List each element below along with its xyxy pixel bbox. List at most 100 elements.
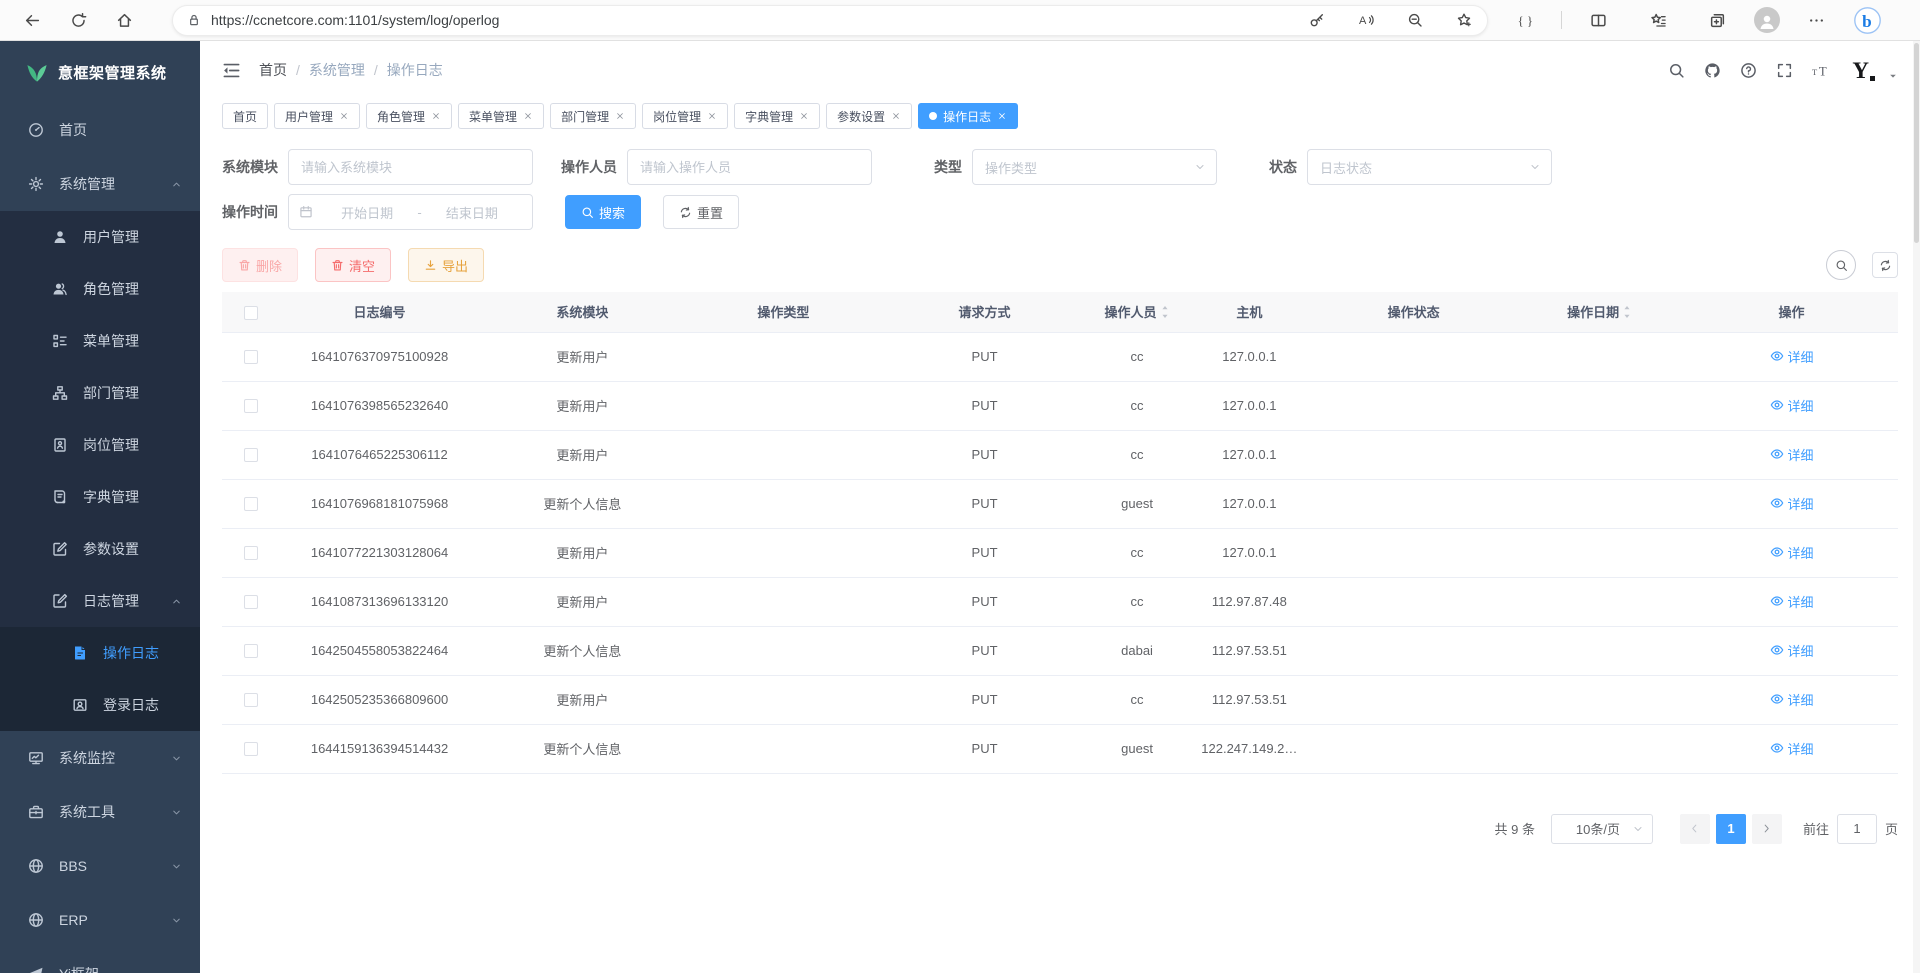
- sidebar-item-yi-framework[interactable]: Yi框架: [0, 947, 200, 973]
- sidebar-item-role-mgmt[interactable]: 角色管理: [0, 263, 200, 315]
- row-checkbox[interactable]: [244, 595, 258, 609]
- sidebar-item-system-mgmt[interactable]: 系统管理: [0, 157, 200, 211]
- row-checkbox[interactable]: [244, 350, 258, 364]
- tab-参数设置[interactable]: 参数设置: [826, 103, 912, 129]
- scrollbar-thumb[interactable]: [1914, 43, 1919, 243]
- breadcrumb-item[interactable]: 首页: [259, 60, 287, 80]
- more-icon[interactable]: [1804, 7, 1830, 33]
- table-refresh-button[interactable]: [1872, 252, 1898, 278]
- scrollbar[interactable]: [1913, 41, 1920, 973]
- sidebar-item-oper-log[interactable]: 操作日志: [0, 627, 200, 679]
- sidebar-item-post-mgmt[interactable]: 岗位管理: [0, 419, 200, 471]
- goto-page-input[interactable]: [1837, 814, 1877, 844]
- prev-page-button[interactable]: [1680, 814, 1710, 844]
- type-select[interactable]: 操作类型: [972, 149, 1217, 185]
- sidebar-item-param-settings[interactable]: 参数设置: [0, 523, 200, 575]
- favorites-icon[interactable]: [1645, 7, 1671, 33]
- split-screen-icon[interactable]: [1586, 7, 1612, 33]
- sidebar-item-dict-mgmt[interactable]: 字典管理: [0, 471, 200, 523]
- close-icon[interactable]: [523, 111, 533, 121]
- tab-菜单管理[interactable]: 菜单管理: [458, 103, 544, 129]
- url-text[interactable]: https://ccnetcore.com:1101/system/log/op…: [211, 12, 1306, 28]
- zoom-out-icon[interactable]: [1404, 9, 1426, 31]
- column-header-op_date[interactable]: 操作日期: [1514, 292, 1685, 332]
- date-range-input[interactable]: 开始日期 - 结束日期: [288, 194, 533, 230]
- detail-link[interactable]: 详细: [1770, 445, 1814, 464]
- search-icon[interactable]: [1668, 62, 1685, 79]
- current-page-button[interactable]: 1: [1716, 814, 1746, 844]
- fullscreen-icon[interactable]: [1776, 62, 1793, 79]
- export-button[interactable]: 导出: [408, 248, 484, 282]
- row-checkbox[interactable]: [244, 644, 258, 658]
- row-checkbox[interactable]: [244, 546, 258, 560]
- sidebar-item-erp[interactable]: ERP: [0, 893, 200, 947]
- tab-岗位管理[interactable]: 岗位管理: [642, 103, 728, 129]
- detail-link[interactable]: 详细: [1770, 641, 1814, 660]
- operator-input[interactable]: [627, 149, 872, 185]
- detail-link[interactable]: 详细: [1770, 494, 1814, 513]
- detail-link[interactable]: 详细: [1770, 396, 1814, 415]
- column-header-operator[interactable]: 操作人员: [1088, 292, 1185, 332]
- close-icon[interactable]: [997, 111, 1007, 121]
- profile-avatar[interactable]: [1754, 7, 1780, 33]
- yi-logo[interactable]: Y: [1852, 59, 1869, 82]
- address-bar[interactable]: https://ccnetcore.com:1101/system/log/op…: [172, 5, 1488, 36]
- collections-icon[interactable]: [1705, 7, 1731, 33]
- sidebar-item-menu-mgmt[interactable]: 菜单管理: [0, 315, 200, 367]
- home-icon[interactable]: [106, 3, 142, 37]
- close-icon[interactable]: [431, 111, 441, 121]
- close-icon[interactable]: [339, 111, 349, 121]
- row-checkbox[interactable]: [244, 497, 258, 511]
- breadcrumb-item[interactable]: 系统管理: [309, 60, 365, 80]
- tab-角色管理[interactable]: 角色管理: [366, 103, 452, 129]
- sidebar-collapse-icon[interactable]: [222, 61, 241, 80]
- clear-button[interactable]: 清空: [315, 248, 391, 282]
- read-aloud-icon[interactable]: A: [1355, 9, 1377, 31]
- sidebar-item-log-mgmt[interactable]: 日志管理: [0, 575, 200, 627]
- next-page-button[interactable]: [1752, 814, 1782, 844]
- page-size-select[interactable]: 10条/页: [1551, 814, 1653, 844]
- back-icon[interactable]: [14, 3, 50, 37]
- tab-首页[interactable]: 首页: [222, 103, 268, 129]
- detail-link[interactable]: 详细: [1770, 690, 1814, 709]
- row-checkbox[interactable]: [244, 742, 258, 756]
- search-button[interactable]: 搜索: [565, 195, 641, 229]
- detail-link[interactable]: 详细: [1770, 543, 1814, 562]
- key-icon[interactable]: [1306, 9, 1328, 31]
- row-checkbox[interactable]: [244, 693, 258, 707]
- help-icon[interactable]: [1740, 62, 1757, 79]
- star-plus-icon[interactable]: [1453, 9, 1475, 31]
- detail-link[interactable]: 详细: [1770, 592, 1814, 611]
- tab-操作日志[interactable]: 操作日志: [918, 103, 1018, 129]
- detail-link[interactable]: 详细: [1770, 347, 1814, 366]
- close-icon[interactable]: [615, 111, 625, 121]
- module-input[interactable]: [288, 149, 533, 185]
- reset-button[interactable]: 重置: [663, 195, 739, 229]
- sidebar-item-login-log[interactable]: 登录日志: [0, 679, 200, 731]
- close-icon[interactable]: [891, 111, 901, 121]
- sort-caret-icon[interactable]: [1622, 304, 1632, 320]
- github-icon[interactable]: [1704, 62, 1721, 79]
- tab-用户管理[interactable]: 用户管理: [274, 103, 360, 129]
- close-icon[interactable]: [707, 111, 717, 121]
- sidebar-item-bbs[interactable]: BBS: [0, 839, 200, 893]
- sidebar-item-user-mgmt[interactable]: 用户管理: [0, 211, 200, 263]
- delete-button[interactable]: 删除: [222, 248, 298, 282]
- close-icon[interactable]: [799, 111, 809, 121]
- detail-link[interactable]: 详细: [1770, 739, 1814, 758]
- sort-caret-icon[interactable]: [1160, 304, 1170, 320]
- table-search-toggle-button[interactable]: [1826, 250, 1856, 280]
- sidebar-item-system-tools[interactable]: 系统工具: [0, 785, 200, 839]
- select-all-checkbox[interactable]: [244, 306, 258, 320]
- extensions-icon[interactable]: { }: [1512, 7, 1538, 33]
- refresh-icon[interactable]: [60, 3, 96, 37]
- tab-部门管理[interactable]: 部门管理: [550, 103, 636, 129]
- tab-字典管理[interactable]: 字典管理: [734, 103, 820, 129]
- status-select[interactable]: 日志状态: [1307, 149, 1552, 185]
- row-checkbox[interactable]: [244, 448, 258, 462]
- row-checkbox[interactable]: [244, 399, 258, 413]
- chevron-down-icon[interactable]: [1888, 71, 1898, 81]
- bing-chat-icon[interactable]: b: [1853, 6, 1882, 35]
- sidebar-item-dept-mgmt[interactable]: 部门管理: [0, 367, 200, 419]
- sidebar-item-system-monitor[interactable]: 系统监控: [0, 731, 200, 785]
